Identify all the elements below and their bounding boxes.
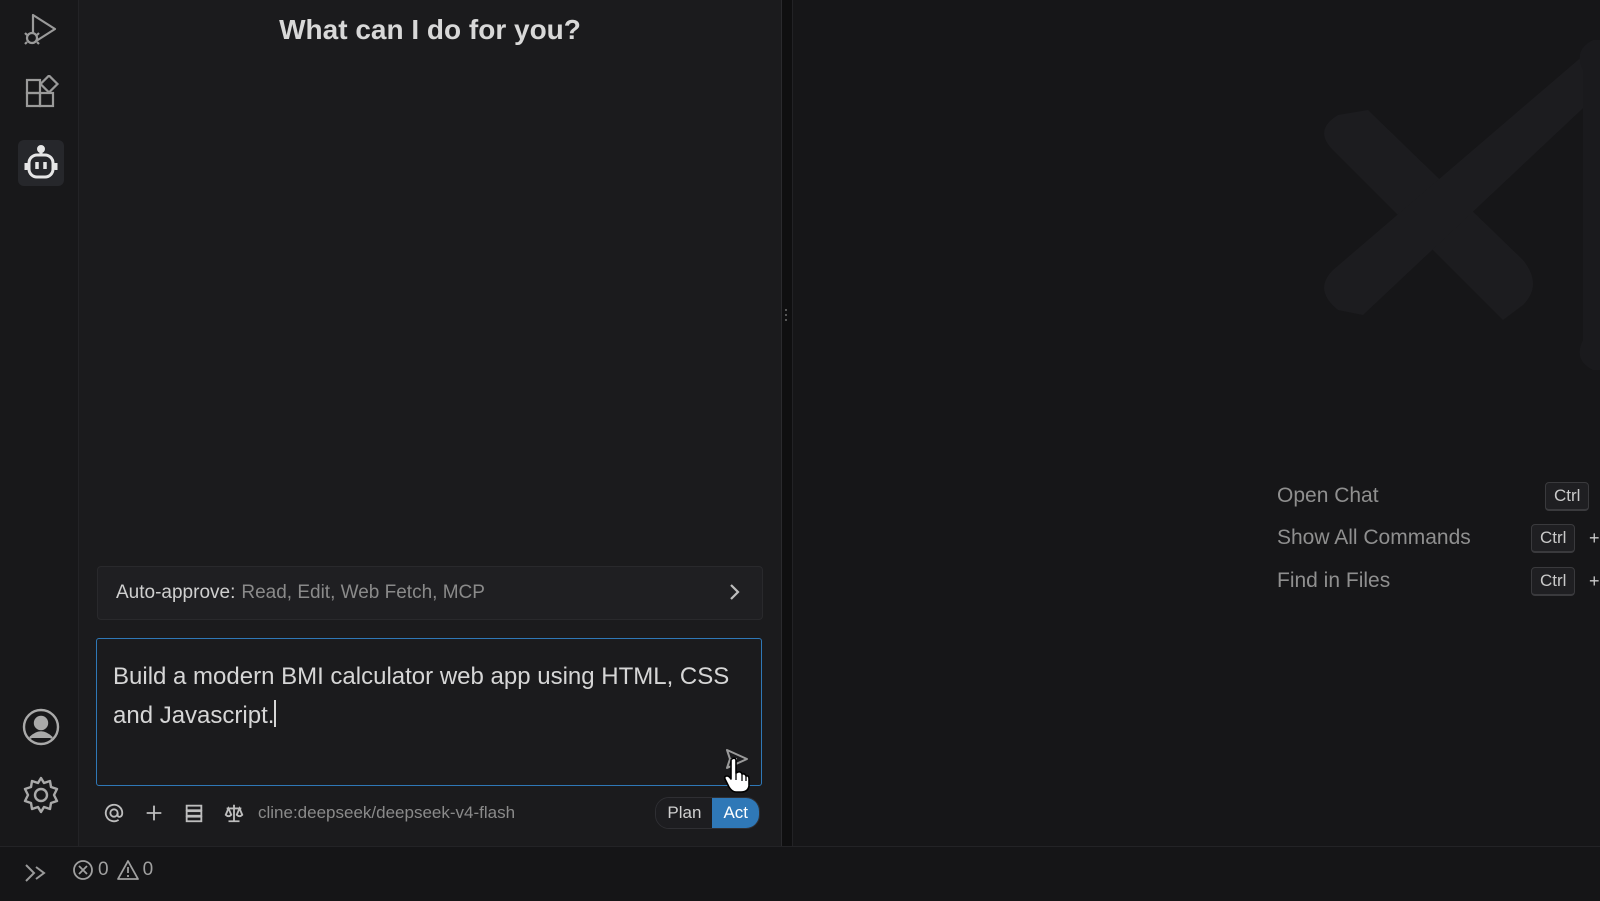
auto-approve-bar[interactable]: Auto-approve: Read, Edit, Web Fetch, MCP	[97, 566, 763, 620]
auto-approve-value: Read, Edit, Web Fetch, MCP	[241, 582, 485, 603]
model-selector[interactable]: cline:deepseek/deepseek-v4-flash	[258, 803, 515, 823]
warning-icon	[116, 860, 139, 880]
cline-robot-icon[interactable]	[18, 140, 64, 186]
status-bar: 0 0	[0, 846, 1600, 901]
plan-act-toggle[interactable]: Plan Act	[655, 797, 760, 829]
vscode-watermark-icon	[1324, 40, 1600, 370]
settings-gear-icon[interactable]	[18, 772, 64, 818]
problems-indicator[interactable]: 0 0	[72, 859, 161, 881]
cline-sidebar: What can I do for you? Auto-approve: Rea…	[79, 0, 782, 846]
editor-area: Open Chat Ctrl Show All Commands Ctrl + …	[792, 0, 1600, 846]
error-icon	[73, 860, 93, 880]
add-icon[interactable]	[142, 801, 166, 825]
auto-approve-label: Auto-approve:	[116, 582, 236, 603]
error-count: 0	[98, 859, 109, 880]
server-icon[interactable]	[182, 801, 206, 825]
chevron-right-icon[interactable]	[722, 580, 746, 604]
shortcut-find-in-files: Find in Files	[1277, 569, 1391, 592]
shortcut-key: Ctrl	[1531, 524, 1576, 553]
shortcut-key: Ctrl	[1531, 567, 1576, 596]
remote-indicator-icon[interactable]	[22, 861, 48, 887]
shortcut-key: Ctrl	[1545, 482, 1590, 511]
account-icon[interactable]	[18, 704, 64, 750]
chat-input[interactable]: Build a modern BMI calculator web app us…	[96, 638, 762, 786]
hand-cursor-icon	[723, 757, 750, 793]
act-mode-button[interactable]: Act	[712, 798, 759, 828]
panel-resize-handle[interactable]	[784, 306, 788, 328]
shortcut-plus: +	[1589, 528, 1600, 548]
shortcut-plus: +	[1589, 571, 1600, 591]
chat-input-text[interactable]: Build a modern BMI calculator web app us…	[113, 657, 733, 735]
shortcut-open-chat: Open Chat	[1277, 484, 1379, 507]
activity-bar	[0, 0, 79, 846]
page-title: What can I do for you?	[279, 14, 581, 45]
extensions-icon[interactable]	[18, 72, 64, 118]
chat-input-value: Build a modern BMI calculator web app us…	[113, 663, 730, 729]
plan-mode-button[interactable]: Plan	[656, 798, 713, 828]
run-debug-icon[interactable]	[18, 6, 64, 52]
warning-count: 0	[142, 859, 154, 880]
rules-scale-icon[interactable]	[222, 801, 246, 825]
chat-toolbar: cline:deepseek/deepseek-v4-flash Plan Ac…	[96, 796, 766, 830]
mention-icon[interactable]	[102, 801, 126, 825]
shortcut-show-all-commands: Show All Commands	[1277, 526, 1471, 549]
text-caret	[274, 700, 277, 727]
